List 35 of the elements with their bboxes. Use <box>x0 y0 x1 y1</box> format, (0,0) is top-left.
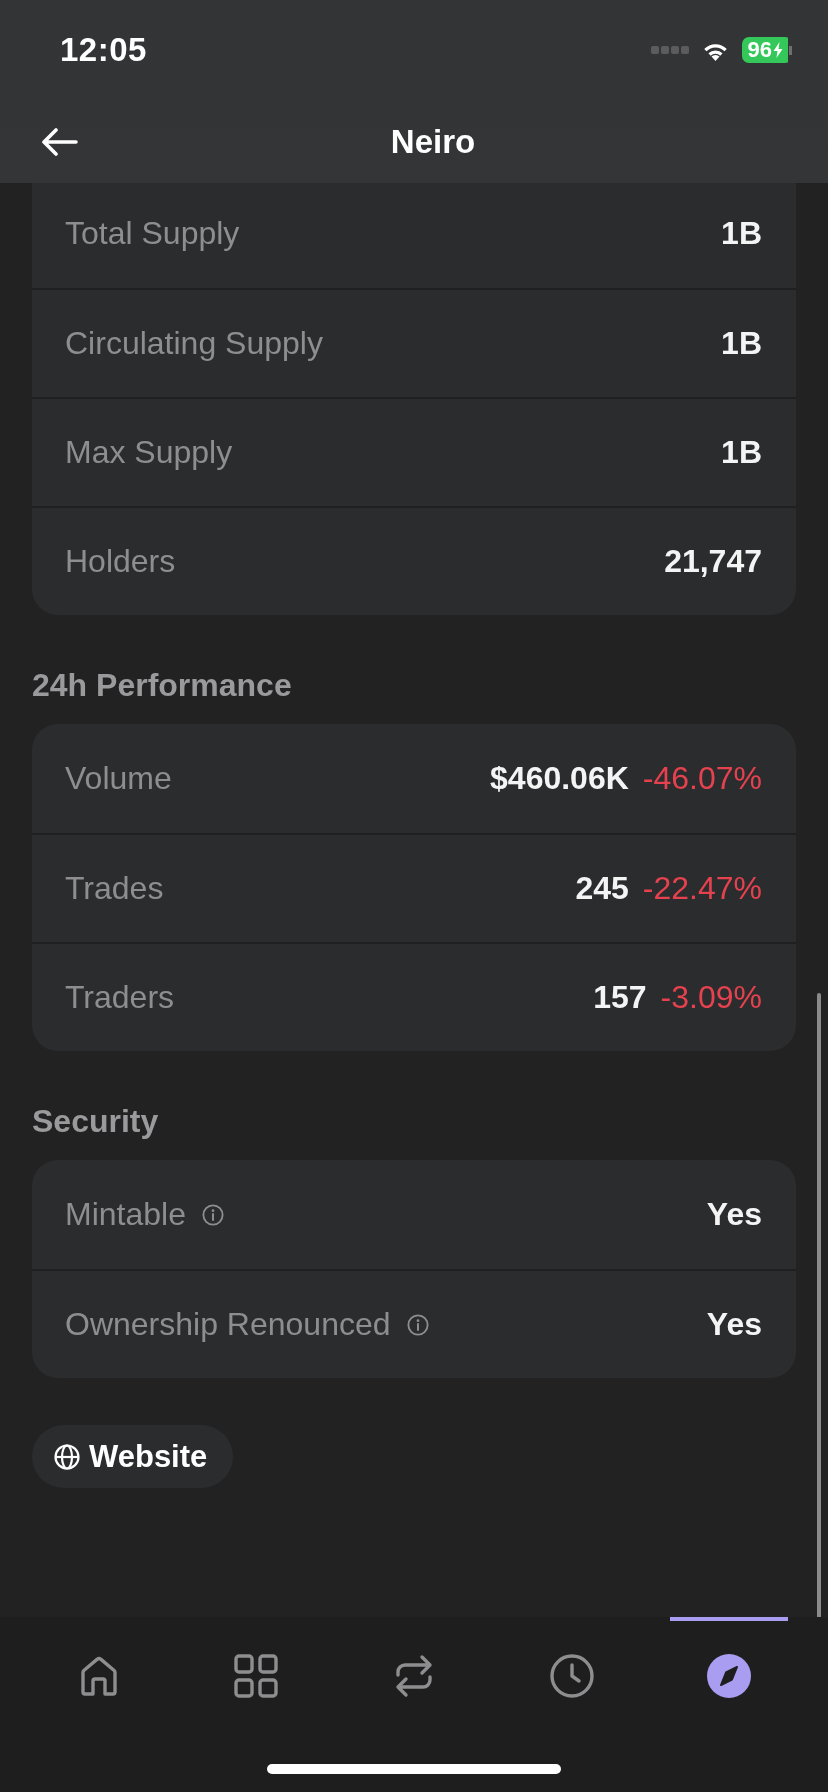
section-title: Security <box>32 1102 160 1141</box>
row-label: Trades <box>65 870 164 907</box>
row-value: 1B <box>721 434 762 471</box>
section-title: 24h Performance <box>32 666 293 705</box>
row-value: 157 <box>593 979 647 1016</box>
clock-icon <box>549 1654 594 1698</box>
grid-icon <box>234 1654 279 1698</box>
row-label: Max Supply <box>65 434 233 471</box>
change-percentage: -46.07% <box>642 760 762 797</box>
signal-icon <box>650 46 689 54</box>
row-label: Mintable <box>65 1196 186 1233</box>
battery-percentage: 96 <box>747 37 772 63</box>
row-value: 1B <box>721 325 762 362</box>
compass-icon <box>707 1654 752 1698</box>
info-icon[interactable] <box>201 1203 224 1226</box>
globe-icon <box>54 1443 80 1470</box>
info-icon[interactable] <box>406 1313 429 1336</box>
change-percentage: -22.47% <box>642 870 762 907</box>
back-arrow-icon <box>42 127 78 156</box>
row-value: 21,747 <box>664 543 762 580</box>
row-label: Ownership Renounced <box>65 1306 391 1343</box>
page-title: Neiro <box>390 122 476 161</box>
row-label: Circulating Supply <box>65 325 323 362</box>
status-time: 12:05 <box>60 31 147 69</box>
change-percentage: -3.09% <box>660 979 762 1016</box>
row-label: Holders <box>65 543 176 580</box>
row-label: Volume <box>65 760 172 797</box>
row-value: Yes <box>706 1306 762 1343</box>
website-link-button[interactable]: Website <box>32 1425 234 1488</box>
row-value: $460.06K <box>490 760 629 797</box>
row-value: Yes <box>706 1196 762 1233</box>
row-value: 245 <box>575 870 629 907</box>
row-label: Total Supply <box>65 215 240 252</box>
row-label: Traders <box>65 979 175 1016</box>
row-value: 1B <box>721 215 762 252</box>
